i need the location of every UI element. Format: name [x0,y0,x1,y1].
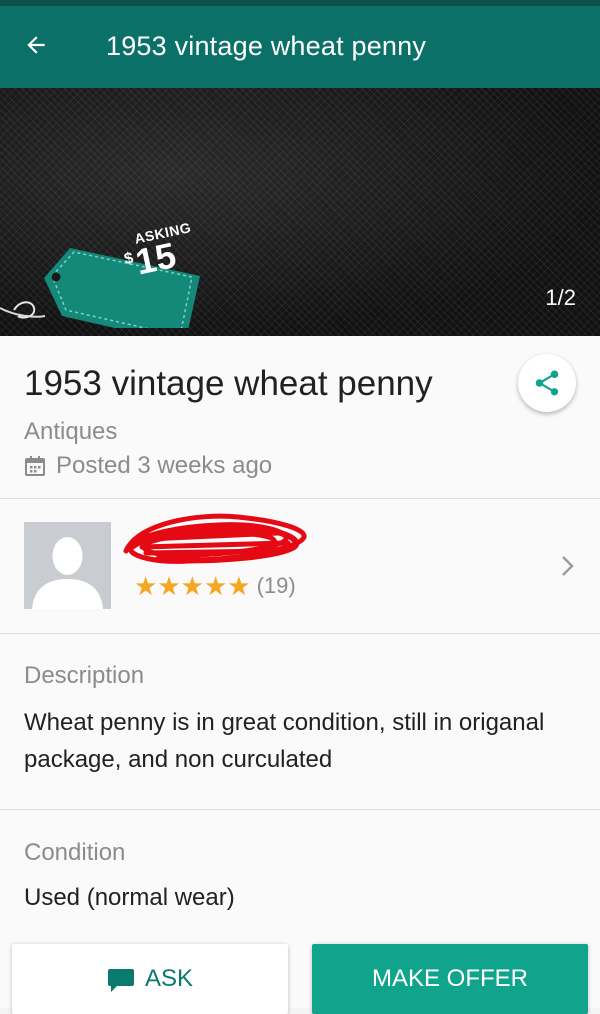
star-rating: ★ ★ ★ ★ ★ [134,573,251,599]
price-tag-graphic [0,248,200,328]
default-avatar-icon [24,522,111,609]
condition-value: Used (normal wear) [24,884,235,911]
share-button[interactable] [518,354,576,412]
posted-date: Posted 3 weeks ago [24,452,272,480]
seller-avatar [24,522,111,609]
chevron-right-icon [562,556,574,576]
listing-photo[interactable]: ASKING $ 15 1/2 [0,88,600,336]
redacted-seller-name [123,513,307,564]
chat-bubble-icon [107,969,134,992]
seller-rating: ★ ★ ★ ★ ★ (19) [134,573,296,599]
seller-row[interactable]: ★ ★ ★ ★ ★ (19) [0,499,600,633]
star-icon: ★ [227,571,251,601]
description-section: Description Wheat penny is in great cond… [0,634,600,809]
listing-title: 1953 vintage wheat penny [24,364,433,403]
ask-button-label: ASK [144,965,194,992]
make-offer-button-label: MAKE OFFER [371,965,528,992]
review-count: (19) [256,573,296,598]
star-icon: ★ [157,571,181,601]
posted-text: Posted 3 weeks ago [56,452,273,479]
star-icon: ★ [180,571,204,601]
condition-label: Condition [24,839,126,866]
star-icon: ★ [134,571,158,601]
calendar-icon [25,456,45,476]
description-text: Wheat penny is in great condition, still… [24,709,545,773]
make-offer-button[interactable]: MAKE OFFER [312,944,588,1014]
app-bar: 1953 vintage wheat penny [0,6,600,88]
listing-summary-card: 1953 vintage wheat penny Antiques Posted… [0,336,600,498]
star-icon: ★ [203,571,228,601]
back-button[interactable] [14,23,58,67]
share-icon [535,370,559,396]
description-label: Description [24,662,145,689]
app-bar-title: 1953 vintage wheat penny [106,31,427,61]
price-tag-value: 15 [131,234,180,283]
photo-counter: 1/2 [545,285,576,310]
arrow-back-icon [27,36,45,54]
ask-button[interactable]: ASK [12,944,288,1014]
listing-category[interactable]: Antiques [24,418,117,446]
